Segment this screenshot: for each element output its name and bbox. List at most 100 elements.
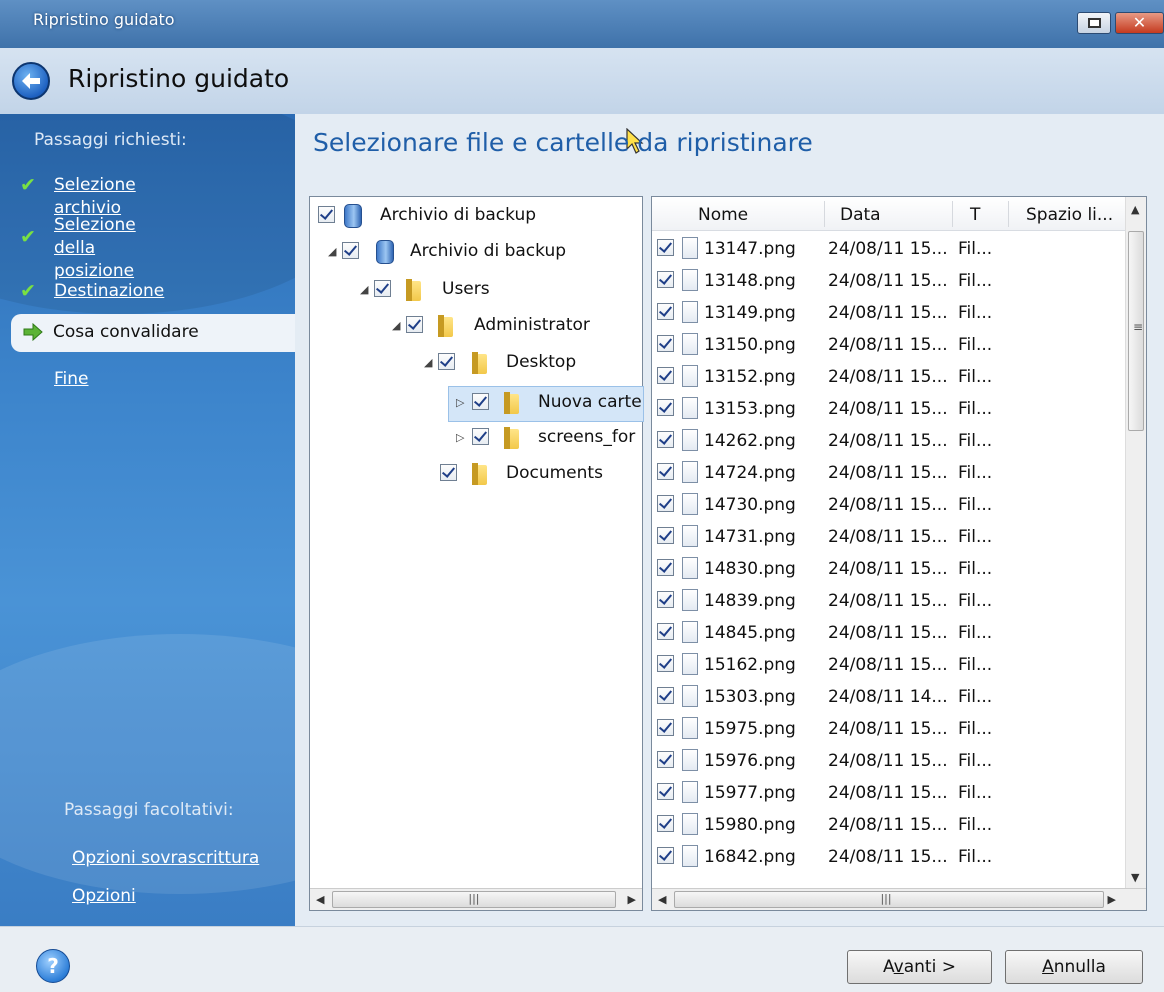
scroll-down-icon[interactable]: ▼	[1131, 871, 1139, 884]
checkbox[interactable]	[657, 303, 674, 320]
checkbox[interactable]	[657, 719, 674, 736]
table-row[interactable]: 14724.png 24/08/11 15... Fil...	[652, 457, 1126, 488]
tree-horizontal-scrollbar[interactable]: ◀ ||| ▶	[310, 888, 642, 910]
disk-icon	[344, 204, 362, 228]
checkbox[interactable]	[657, 815, 674, 832]
file-name: 14731.png	[704, 527, 796, 547]
scrollbar-thumb[interactable]: |||	[674, 891, 1104, 908]
table-row[interactable]: 13149.png 24/08/11 15... Fil...	[652, 297, 1126, 328]
checkbox[interactable]	[657, 623, 674, 640]
scroll-left-icon[interactable]: ◀	[658, 893, 666, 906]
checkbox[interactable]	[657, 399, 674, 416]
cancel-button[interactable]: Annulla	[1005, 950, 1143, 984]
wizard-steps-panel: Passaggi richiesti: ✔ Selezione archivio…	[0, 114, 295, 926]
table-row[interactable]: 13150.png 24/08/11 15... Fil...	[652, 329, 1126, 360]
checkbox[interactable]	[438, 353, 455, 370]
table-row[interactable]: 13152.png 24/08/11 15... Fil...	[652, 361, 1126, 392]
collapse-icon[interactable]: ◢	[392, 319, 400, 332]
checkbox[interactable]	[657, 559, 674, 576]
checkbox[interactable]	[657, 527, 674, 544]
checkbox[interactable]	[342, 242, 359, 259]
expand-icon[interactable]: ▷	[456, 396, 464, 409]
table-row[interactable]: 14839.png 24/08/11 15... Fil...	[652, 585, 1126, 616]
checkbox[interactable]	[374, 280, 391, 297]
file-name: 15976.png	[704, 751, 796, 771]
file-type: Fil...	[958, 527, 993, 547]
cancel-button-label: Annulla	[1042, 957, 1106, 977]
scroll-right-icon[interactable]: ▶	[628, 893, 636, 906]
checkbox[interactable]	[472, 428, 489, 445]
back-button[interactable]	[12, 62, 50, 100]
collapse-icon[interactable]: ◢	[328, 245, 336, 258]
step-options[interactable]: Opzioni	[72, 886, 136, 906]
file-date: 24/08/11 15...	[828, 399, 948, 419]
table-row[interactable]: 14730.png 24/08/11 15... Fil...	[652, 489, 1126, 520]
checkbox[interactable]	[657, 463, 674, 480]
table-row[interactable]: 16842.png 24/08/11 15... Fil...	[652, 841, 1126, 872]
checkbox[interactable]	[657, 239, 674, 256]
back-arrow-icon	[22, 73, 40, 89]
table-row[interactable]: 13153.png 24/08/11 15... Fil...	[652, 393, 1126, 424]
scroll-right-icon[interactable]: ▶	[1108, 893, 1116, 906]
checkbox[interactable]	[657, 783, 674, 800]
column-header-type[interactable]: T	[970, 205, 980, 225]
column-header-free-space[interactable]: Spazio li...	[1026, 205, 1113, 225]
file-icon	[682, 269, 698, 291]
step-what-to-validate[interactable]: Cosa convalidare	[11, 314, 295, 352]
checkbox[interactable]	[440, 464, 457, 481]
expand-icon[interactable]: ▷	[456, 431, 464, 444]
checkbox[interactable]	[657, 847, 674, 864]
scrollbar-thumb[interactable]: |||	[332, 891, 616, 908]
checkbox[interactable]	[657, 751, 674, 768]
collapse-icon[interactable]: ◢	[360, 283, 368, 296]
step-overwrite-options[interactable]: Opzioni sovrascrittura	[72, 848, 259, 868]
file-list-vertical-scrollbar[interactable]: ▲ ≡ ▼	[1125, 197, 1146, 890]
checkbox[interactable]	[657, 367, 674, 384]
restore-window-button[interactable]	[1077, 12, 1111, 34]
table-row[interactable]: 15975.png 24/08/11 15... Fil...	[652, 713, 1126, 744]
scroll-left-icon[interactable]: ◀	[316, 893, 324, 906]
folder-tree[interactable]: Archivio di backup ◢ Archivio di backup …	[309, 196, 644, 911]
tree-item-selected[interactable]: ▷ Nuova carte	[310, 388, 642, 418]
checkbox[interactable]	[657, 591, 674, 608]
help-icon[interactable]: ?	[36, 949, 70, 983]
table-row[interactable]: 15977.png 24/08/11 15... Fil...	[652, 777, 1126, 808]
checkbox[interactable]	[406, 316, 423, 333]
checkbox[interactable]	[657, 655, 674, 672]
table-row[interactable]: 13147.png 24/08/11 15... Fil...	[652, 233, 1126, 264]
checkbox[interactable]	[318, 206, 335, 223]
tree-item[interactable]: ▷ screens_for	[310, 423, 642, 453]
column-header-date[interactable]: Data	[840, 205, 881, 225]
checkbox[interactable]	[657, 495, 674, 512]
file-name: 15980.png	[704, 815, 796, 835]
table-row[interactable]: 13148.png 24/08/11 15... Fil...	[652, 265, 1126, 296]
next-button[interactable]: Avanti >	[847, 950, 992, 984]
file-date: 24/08/11 15...	[828, 751, 948, 771]
table-row[interactable]: 14731.png 24/08/11 15... Fil...	[652, 521, 1126, 552]
close-window-button[interactable]: ✕	[1115, 12, 1164, 34]
file-list-horizontal-scrollbar[interactable]: ◀ ||| ▶	[652, 888, 1146, 910]
column-header-name[interactable]: Nome	[698, 205, 748, 225]
table-row[interactable]: 14845.png 24/08/11 15... Fil...	[652, 617, 1126, 648]
table-row[interactable]: 15976.png 24/08/11 15... Fil...	[652, 745, 1126, 776]
table-row[interactable]: 14262.png 24/08/11 15... Fil...	[652, 425, 1126, 456]
file-name: 13150.png	[704, 335, 796, 355]
table-row[interactable]: 14830.png 24/08/11 15... Fil...	[652, 553, 1126, 584]
table-row[interactable]: 15980.png 24/08/11 15... Fil...	[652, 809, 1126, 840]
table-row[interactable]: 15162.png 24/08/11 15... Fil...	[652, 649, 1126, 680]
scroll-up-icon[interactable]: ▲	[1131, 203, 1139, 216]
file-name: 14730.png	[704, 495, 796, 515]
file-type: Fil...	[958, 815, 993, 835]
checkbox[interactable]	[657, 335, 674, 352]
table-row[interactable]: 15303.png 24/08/11 14... Fil...	[652, 681, 1126, 712]
collapse-icon[interactable]: ◢	[424, 356, 432, 369]
checkbox[interactable]	[657, 687, 674, 704]
checkbox[interactable]	[472, 393, 489, 410]
file-icon	[682, 749, 698, 771]
folder-icon	[438, 315, 454, 337]
scrollbar-thumb[interactable]: ≡	[1128, 231, 1144, 431]
file-type: Fil...	[958, 271, 993, 291]
checkbox[interactable]	[657, 271, 674, 288]
file-list[interactable]: Nome Data T Spazio li... 13147.png 24/08/…	[651, 196, 1147, 911]
checkbox[interactable]	[657, 431, 674, 448]
